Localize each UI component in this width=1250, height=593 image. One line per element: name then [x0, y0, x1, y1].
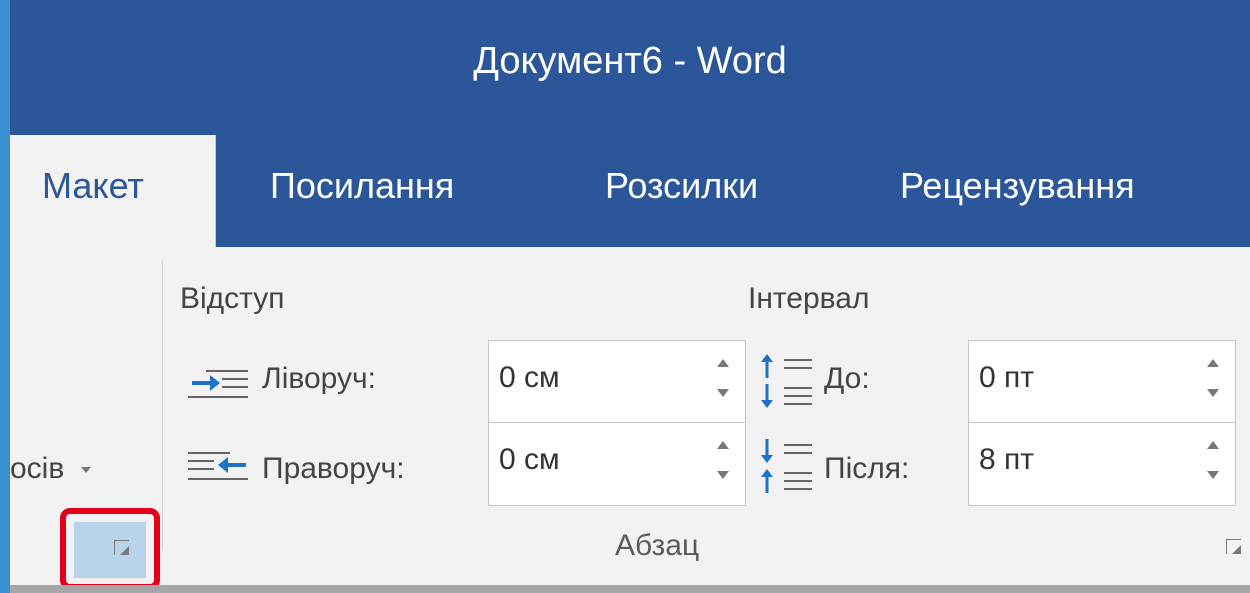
paragraph-group-label: Абзац	[615, 529, 700, 562]
indent-right-field[interactable]: 0 см	[488, 422, 746, 506]
indent-left-value: 0 см	[499, 361, 560, 394]
tab-review[interactable]: Рецензування	[900, 165, 1135, 207]
spin-up-icon[interactable]	[1207, 441, 1219, 449]
spacing-heading: Інтервал	[748, 282, 870, 315]
indent-left-label: Ліворуч:	[262, 362, 376, 395]
partial-group-label: осів	[10, 452, 65, 485]
spacing-after-field[interactable]: 8 пт	[968, 422, 1236, 506]
spin-up-icon[interactable]	[717, 359, 729, 367]
window-title: Документ6 - Word	[473, 40, 787, 82]
tab-mailings[interactable]: Розсилки	[605, 165, 758, 207]
paragraph-dialog-launcher-icon[interactable]	[1226, 539, 1244, 557]
indent-left-field[interactable]: 0 см	[488, 340, 746, 424]
spacing-before-value: 0 пт	[979, 361, 1035, 394]
highlight-frame	[60, 508, 160, 590]
indent-right-value: 0 см	[499, 443, 560, 476]
spin-down-icon[interactable]	[717, 389, 729, 397]
indent-left-spinner[interactable]	[717, 353, 735, 413]
window-left-edge	[0, 0, 10, 593]
spacing-before-field[interactable]: 0 пт	[968, 340, 1236, 424]
indent-left-icon	[188, 370, 248, 398]
tab-references[interactable]: Посилання	[270, 165, 454, 207]
indent-right-spinner[interactable]	[717, 435, 735, 495]
spacing-before-icon	[761, 354, 812, 408]
indent-right-icon	[188, 452, 248, 480]
spin-down-icon[interactable]	[1207, 389, 1219, 397]
tab-layout-label: Макет	[42, 165, 144, 206]
indent-right-label: Праворуч:	[262, 452, 405, 485]
chevron-down-icon	[80, 467, 91, 474]
spacing-after-label: Після:	[824, 452, 910, 485]
spin-down-icon[interactable]	[717, 471, 729, 479]
spacing-before-label: До:	[824, 362, 870, 395]
spacing-after-icon	[761, 439, 812, 493]
spin-down-icon[interactable]	[1207, 471, 1219, 479]
spacing-before-spinner[interactable]	[1207, 353, 1225, 413]
spin-up-icon[interactable]	[717, 441, 729, 449]
title-bar: Документ6 - Word	[10, 0, 1250, 135]
indent-heading: Відступ	[180, 282, 285, 315]
spacing-after-value: 8 пт	[979, 443, 1035, 476]
partial-group-control[interactable]: осів	[10, 452, 91, 486]
group-separator	[162, 261, 163, 551]
tab-layout[interactable]: Макет	[10, 135, 216, 247]
ribbon-bottom-border	[10, 585, 1250, 593]
ribbon-panel: осів Відступ Ліворуч: 0 см Праворуч: 0 с…	[10, 247, 1250, 585]
spacing-after-spinner[interactable]	[1207, 435, 1225, 495]
ribbon-tabs: Макет Посилання Розсилки Рецензування	[10, 135, 1250, 247]
spin-up-icon[interactable]	[1207, 359, 1219, 367]
